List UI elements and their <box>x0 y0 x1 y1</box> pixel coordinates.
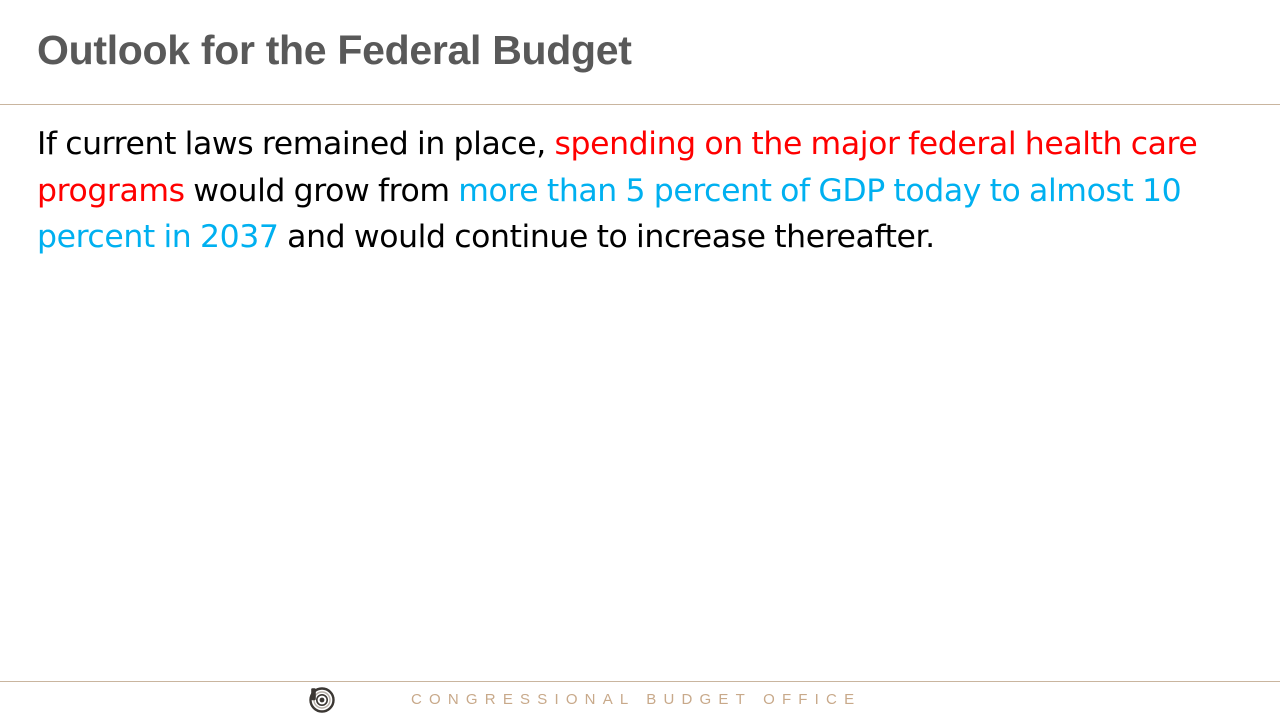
title-divider <box>0 104 1280 105</box>
logo-stem <box>311 688 316 701</box>
slide: Outlook for the Federal Budget If curren… <box>0 0 1280 720</box>
footer-agency-name: CONGRESSIONAL BUDGET OFFICE <box>411 691 862 708</box>
logo-core <box>319 697 325 703</box>
body-paragraph: If current laws remained in place, spend… <box>37 121 1217 261</box>
body-text-intro: If current laws remained in place, <box>37 126 555 162</box>
body-text-conclusion: and would continue to increase thereafte… <box>278 219 935 255</box>
slide-title: Outlook for the Federal Budget <box>37 27 632 73</box>
footer-divider <box>0 681 1280 682</box>
cbo-seal-icon <box>309 687 335 713</box>
body-text-connector: would grow from <box>184 172 459 209</box>
